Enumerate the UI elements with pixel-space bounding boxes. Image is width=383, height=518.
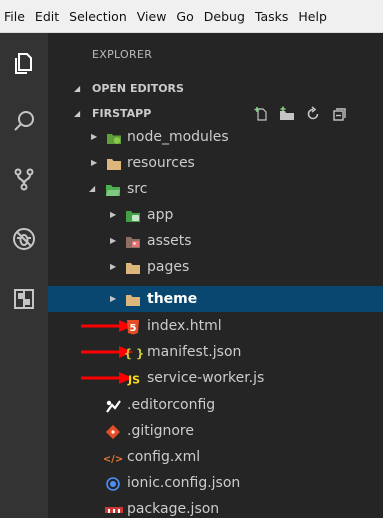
explorer-sidebar: EXPLORER ◢ OPEN EDITORS ◢ FIRSTAPP ▶ nod…	[48, 33, 383, 518]
menu-edit[interactable]: Edit	[30, 0, 64, 32]
extensions-icon[interactable]	[12, 287, 36, 311]
new-folder-icon[interactable]	[279, 106, 295, 122]
svg-text:JS: JS	[127, 374, 140, 387]
assets-folder-icon	[125, 233, 141, 249]
open-editors-header[interactable]: ◢ OPEN EDITORS	[48, 78, 383, 100]
tree-file-ionic-config-json[interactable]: ionic.config.json	[48, 470, 383, 496]
html5-icon: 5	[125, 318, 141, 335]
ionic-icon	[105, 475, 121, 491]
javascript-icon: JS	[124, 370, 144, 387]
explorer-title: EXPLORER	[92, 48, 153, 61]
tree-label: config.xml	[127, 449, 201, 465]
tree-label: pages	[147, 259, 190, 275]
tree-label: assets	[147, 233, 192, 249]
tree-label: resources	[127, 155, 195, 171]
refresh-icon[interactable]	[305, 106, 321, 122]
activity-bar	[0, 33, 48, 518]
tree-label: service-worker.js	[147, 370, 265, 386]
project-header[interactable]: ◢ FIRSTAPP	[48, 103, 383, 125]
tree-file-service-worker-js[interactable]: JS service-worker.js	[48, 365, 383, 391]
tree-file-editorconfig[interactable]: .editorconfig	[48, 392, 383, 418]
chevron-down-icon: ◢	[74, 109, 81, 118]
tree-file-config-xml[interactable]: </> config.xml	[48, 444, 383, 470]
node-folder-icon	[106, 129, 122, 145]
git-icon	[105, 423, 121, 440]
menu-bar: File Edit Selection View Go Debug Tasks Help	[0, 0, 383, 33]
chevron-right-icon: ▶	[91, 158, 98, 167]
tree-file-gitignore[interactable]: .gitignore	[48, 418, 383, 444]
menu-view[interactable]: View	[132, 0, 172, 32]
tree-label: src	[127, 181, 148, 197]
tree-label: index.html	[147, 318, 222, 334]
chevron-right-icon: ▶	[91, 132, 98, 141]
new-file-icon[interactable]	[254, 106, 270, 122]
tree-label: node_modules	[127, 129, 229, 145]
tree-label: .gitignore	[127, 423, 194, 439]
tree-label: package.json	[127, 501, 220, 517]
editorconfig-icon	[105, 397, 121, 413]
chevron-down-icon: ◢	[89, 184, 96, 193]
chevron-down-icon: ◢	[74, 84, 81, 93]
svg-text:{ }: { }	[124, 347, 144, 361]
tree-label: theme	[147, 291, 198, 307]
source-control-icon[interactable]	[12, 167, 36, 191]
tree-label: .editorconfig	[127, 397, 216, 413]
tree-label: app	[147, 207, 174, 223]
tree-file-manifest-json[interactable]: { } manifest.json	[48, 339, 383, 365]
menu-file[interactable]: File	[0, 0, 30, 32]
svg-text:5: 5	[130, 323, 137, 334]
tree-folder-app[interactable]: ▶ app	[48, 202, 383, 228]
tree-folder-pages[interactable]: ▶ pages	[48, 254, 383, 280]
search-icon[interactable]	[12, 109, 36, 133]
chevron-right-icon: ▶	[110, 210, 117, 219]
svg-text:</>: </>	[104, 454, 123, 465]
chevron-right-icon: ▶	[110, 236, 117, 245]
tree-folder-assets[interactable]: ▶ assets	[48, 228, 383, 254]
menu-debug[interactable]: Debug	[199, 0, 250, 32]
collapse-all-icon[interactable]	[331, 106, 347, 122]
menu-selection[interactable]: Selection	[64, 0, 132, 32]
chevron-right-icon: ▶	[110, 262, 117, 271]
src-folder-icon	[105, 181, 121, 197]
tree-folder-node-modules[interactable]: ▶ node_modules	[48, 124, 383, 150]
tree-label: manifest.json	[147, 344, 242, 360]
tree-file-package-json[interactable]: package.json	[48, 496, 383, 518]
menu-go[interactable]: Go	[171, 0, 198, 32]
xml-icon: </>	[103, 449, 124, 465]
project-label: FIRSTAPP	[92, 107, 152, 120]
tree-folder-resources[interactable]: ▶ resources	[48, 150, 383, 176]
menu-help[interactable]: Help	[293, 0, 332, 32]
files-icon[interactable]	[12, 51, 36, 75]
folder-icon	[106, 155, 122, 171]
json-icon: { }	[124, 344, 144, 361]
tree-folder-theme[interactable]: ▶ theme	[48, 286, 383, 312]
tree-label: ionic.config.json	[127, 475, 241, 491]
open-editors-label: OPEN EDITORS	[92, 82, 184, 95]
tree-folder-src[interactable]: ◢ src	[48, 176, 383, 202]
debug-icon[interactable]	[12, 227, 36, 251]
menu-tasks[interactable]: Tasks	[250, 0, 294, 32]
npm-icon	[104, 501, 124, 517]
tree-file-index-html[interactable]: 5 index.html	[48, 313, 383, 339]
folder-icon	[125, 259, 141, 275]
folder-icon	[125, 291, 141, 307]
chevron-right-icon: ▶	[110, 294, 117, 303]
app-folder-icon	[125, 207, 141, 223]
